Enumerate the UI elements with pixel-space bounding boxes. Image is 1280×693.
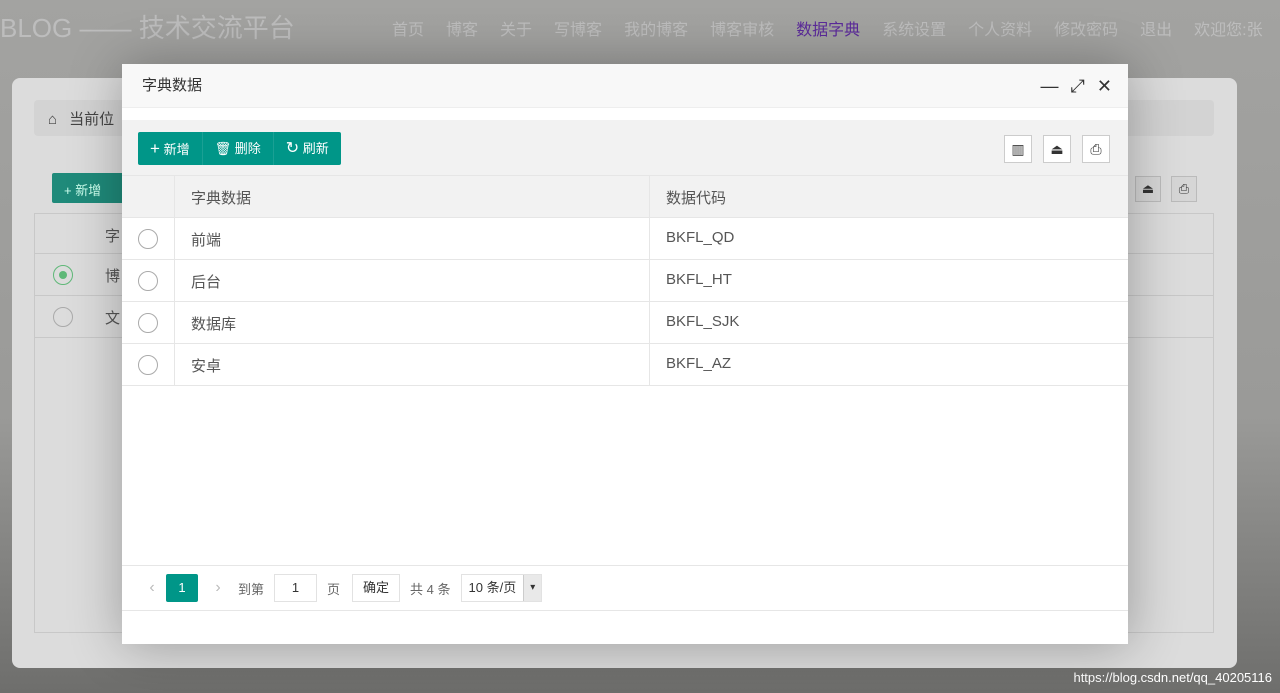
cell-name: 数据库 — [175, 302, 650, 343]
dictionary-table: 字典数据 数据代码 前端 BKFL_QD 后台 BKFL_HT 数据库 BKFL_SJ… — [122, 176, 1128, 386]
background-cell: 文 — [105, 310, 121, 327]
nav-logout[interactable]: 退出 — [1140, 16, 1172, 40]
brand-title: BLOG —— 技术交流平台 — [0, 13, 295, 43]
header-radio-cell — [122, 176, 175, 217]
breadcrumb-text: 当前位 — [69, 111, 115, 128]
delete-button[interactable]: 🗑 删除 — [202, 132, 274, 165]
goto-label: 到第 — [238, 581, 265, 597]
radio-icon — [53, 265, 73, 285]
plus-icon: + — [150, 139, 160, 158]
table-row[interactable]: 数据库 BKFL_SJK — [122, 302, 1128, 344]
cell-name: 安卓 — [175, 344, 650, 385]
prev-page-icon[interactable]: ‹ — [138, 579, 166, 597]
goto-page-input[interactable]: 1 — [274, 574, 318, 602]
confirm-button[interactable]: 确定 — [352, 574, 401, 602]
export-icon[interactable]: ⏏ — [1043, 135, 1071, 163]
row-radio[interactable] — [138, 313, 158, 333]
background-cell: 博 — [105, 268, 121, 285]
close-icon[interactable]: ✕ — [1097, 64, 1112, 108]
refresh-icon: ↻ — [285, 140, 300, 157]
watermark: https://blog.csdn.net/qq_40205116 — [1073, 670, 1272, 685]
current-page[interactable]: 1 — [166, 574, 198, 602]
table-row[interactable]: 前端 BKFL_QD — [122, 218, 1128, 260]
nav-blog-review[interactable]: 博客审核 — [710, 16, 774, 40]
nav-about[interactable]: 关于 — [500, 16, 532, 40]
trash-icon: 🗑 — [214, 141, 232, 156]
nav-blog[interactable]: 博客 — [446, 16, 478, 40]
row-radio[interactable] — [138, 355, 158, 375]
row-radio[interactable] — [138, 229, 158, 249]
minimize-icon[interactable]: — — [1041, 64, 1059, 108]
nav-change-password[interactable]: 修改密码 — [1054, 16, 1118, 40]
pagination: ‹ 1 › 到第 1 页 确定 共 4 条 10 条/页 ▾ — [122, 565, 1128, 611]
export-icon: ⏏ — [1135, 176, 1161, 202]
background-add-label: 新增 — [75, 183, 102, 198]
print-icon: ⎙ — [1171, 176, 1197, 202]
nav-settings[interactable]: 系统设置 — [882, 16, 946, 40]
cell-code: BKFL_AZ — [666, 355, 732, 372]
nav-profile[interactable]: 个人资料 — [968, 16, 1032, 40]
maximize-icon[interactable]: ⤢ — [1071, 64, 1085, 108]
cell-code: BKFL_HT — [666, 271, 732, 288]
table-header: 字典数据 数据代码 — [122, 176, 1128, 218]
home-icon: ⌂ — [48, 111, 58, 128]
top-nav: BLOG —— 技术交流平台 首页 博客 关于 写博客 我的博客 博客审核 数据… — [0, 0, 1280, 52]
nav-welcome: 欢迎您:张 — [1194, 22, 1263, 39]
row-radio[interactable] — [138, 271, 158, 291]
modal-title-bar: 字典数据 — ⤢ ✕ — [122, 64, 1128, 108]
page-label: 页 — [327, 581, 341, 597]
chevron-down-icon: ▾ — [523, 575, 542, 601]
page-size-select[interactable]: 10 条/页 ▾ — [460, 574, 543, 602]
refresh-label: 刷新 — [302, 141, 329, 156]
background-tool-icons: ⏏ ⎙ — [1135, 176, 1197, 202]
table-row[interactable]: 后台 BKFL_HT — [122, 260, 1128, 302]
cell-name: 后台 — [175, 260, 650, 301]
nav-dictionary[interactable]: 数据字典 — [796, 16, 860, 40]
cell-code: BKFL_SJK — [666, 313, 740, 330]
cell-name: 前端 — [175, 218, 650, 259]
nav-menu: 首页 博客 关于 写博客 我的博客 博客审核 数据字典 系统设置 个人资料 修改… — [392, 16, 1263, 40]
column-header-name[interactable]: 字典数据 — [175, 176, 650, 217]
nav-my-blog[interactable]: 我的博客 — [624, 16, 688, 40]
nav-home[interactable]: 首页 — [392, 16, 424, 40]
table-toolbar: + 新增 🗑 删除 ↻ 刷新 ▥ ⏏ ⎙ — [122, 120, 1128, 176]
nav-write-blog[interactable]: 写博客 — [554, 16, 602, 40]
next-page-icon[interactable]: › — [204, 579, 232, 597]
refresh-button[interactable]: ↻ 刷新 — [273, 132, 341, 165]
add-label: 新增 — [163, 142, 190, 157]
table-row[interactable]: 安卓 BKFL_AZ — [122, 344, 1128, 386]
cell-code: BKFL_QD — [666, 229, 735, 246]
column-header-code[interactable]: 数据代码 — [650, 176, 1128, 217]
page-size-value: 10 条/页 — [468, 580, 517, 595]
radio-icon — [53, 307, 73, 327]
background-cell: 字 — [105, 228, 121, 245]
delete-label: 删除 — [234, 141, 261, 156]
dictionary-modal: 字典数据 — ⤢ ✕ + 新增 🗑 删除 ↻ 刷新 ▥ ⏏ ⎙ 字典数据 数据代… — [122, 64, 1128, 644]
total-count: 共 4 条 — [410, 581, 451, 597]
background-add-button: + 新增 — [52, 173, 132, 203]
modal-title: 字典数据 — [142, 77, 203, 94]
columns-icon[interactable]: ▥ — [1004, 135, 1032, 163]
add-button[interactable]: + 新增 — [138, 132, 203, 165]
print-icon[interactable]: ⎙ — [1082, 135, 1110, 163]
